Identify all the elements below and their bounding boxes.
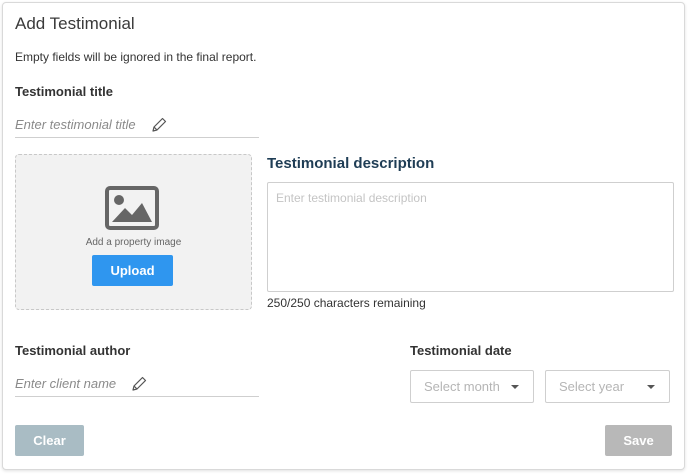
- page-title: Add Testimonial: [15, 14, 135, 33]
- add-testimonial-card: Add Testimonial Empty fields will be ign…: [2, 2, 685, 470]
- save-button[interactable]: Save: [605, 425, 672, 456]
- month-select-value: Select month: [424, 379, 500, 394]
- chevron-down-icon: [511, 384, 519, 389]
- image-dropzone[interactable]: Add a property image Upload: [15, 154, 252, 310]
- testimonial-title-placeholder: Enter testimonial title: [15, 117, 136, 132]
- year-select-value: Select year: [559, 379, 625, 394]
- pencil-icon[interactable]: [130, 375, 148, 393]
- chevron-down-icon: [647, 384, 655, 389]
- testimonial-title-label: Testimonial title: [15, 84, 113, 99]
- testimonial-author-placeholder: Enter client name: [15, 376, 117, 391]
- description-placeholder: Enter testimonial description: [276, 191, 427, 205]
- testimonial-date-label: Testimonial date: [410, 343, 512, 358]
- dropzone-text: Add a property image: [85, 237, 182, 248]
- characters-remaining: 250/250 characters remaining: [267, 296, 426, 310]
- testimonial-description-label: Testimonial description: [267, 155, 435, 172]
- testimonial-author-input[interactable]: Enter client name: [15, 371, 259, 397]
- upload-button[interactable]: Upload: [92, 255, 173, 286]
- form-hint: Empty fields will be ignored in the fina…: [15, 50, 257, 64]
- image-icon: [105, 186, 159, 230]
- testimonial-description-input[interactable]: Enter testimonial description: [267, 182, 674, 292]
- testimonial-title-input[interactable]: Enter testimonial title: [15, 112, 259, 138]
- month-select[interactable]: Select month: [410, 370, 534, 403]
- clear-button[interactable]: Clear: [15, 425, 84, 456]
- pencil-icon[interactable]: [150, 116, 168, 134]
- testimonial-author-label: Testimonial author: [15, 343, 131, 358]
- year-select[interactable]: Select year: [545, 370, 670, 403]
